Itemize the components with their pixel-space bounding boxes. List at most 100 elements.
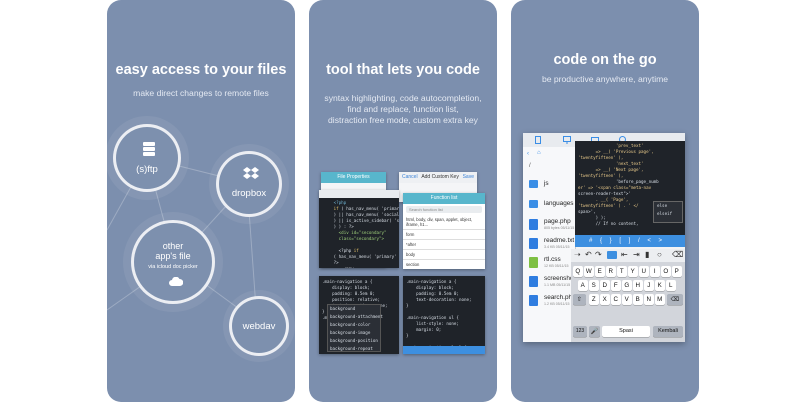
backspace-icon[interactable]: ⌫ xyxy=(667,294,683,305)
back-arrow-icon[interactable]: ‹ xyxy=(527,151,529,157)
suggestion-item[interactable]: background-attachment xyxy=(328,313,383,321)
key-f[interactable]: F xyxy=(611,280,621,291)
circle-icon[interactable]: ○ xyxy=(657,250,662,259)
key-o[interactable]: O xyxy=(661,266,671,277)
monitor-icon[interactable] xyxy=(563,136,571,144)
key-u[interactable]: U xyxy=(639,266,649,277)
panel3-subtitle: be productive anywhere, anytime xyxy=(541,74,669,84)
key-g[interactable]: G xyxy=(622,280,632,291)
suggestion-item[interactable]: background-color xyxy=(328,321,380,329)
key-x[interactable]: X xyxy=(600,294,610,305)
function-list-card: Function list Search function list html,… xyxy=(403,193,485,269)
file-properties-header: File Properties xyxy=(321,172,386,183)
webdav-label: webdav xyxy=(242,321,276,332)
numbers-key[interactable]: 123 xyxy=(573,326,587,337)
function-search-input[interactable]: Search function list xyxy=(406,206,482,213)
delete-icon[interactable]: ⌫ xyxy=(672,250,683,259)
return-key[interactable]: Kembali xyxy=(653,326,683,337)
other-label-line2: app's file xyxy=(155,251,191,261)
redo-icon[interactable]: ↷ xyxy=(595,250,602,259)
autocomplete-item[interactable]: elseif xyxy=(654,210,682,218)
key-m[interactable]: M xyxy=(655,294,665,305)
key-q[interactable]: Q xyxy=(573,266,583,277)
server-icon xyxy=(143,142,155,156)
key-t[interactable]: T xyxy=(617,266,627,277)
keyboard: ➝ ↶ ↷ ⇤ ⇥ ▮ ○ ⌫ QWERTYUIOP ASDFGHJKL ZXCVB… xyxy=(571,249,685,342)
file-name: js xyxy=(544,180,549,187)
suggestion-item[interactable]: background-image xyxy=(328,329,380,337)
file-meta: 1.2 KB 05/11/15 xyxy=(544,302,570,306)
fn-item[interactable]: form xyxy=(403,230,485,240)
dropbox-service[interactable]: dropbox xyxy=(216,151,282,217)
autocomplete-item[interactable]: else xyxy=(654,202,682,210)
mic-icon[interactable]: 🎤 xyxy=(589,326,600,337)
key-c[interactable]: C xyxy=(611,294,621,305)
undo-icon[interactable]: ↶ xyxy=(585,250,592,259)
select-icon[interactable] xyxy=(607,251,617,259)
key-b[interactable]: B xyxy=(633,294,643,305)
add-custom-key-title: Add Custom Key xyxy=(421,174,459,180)
key-n[interactable]: N xyxy=(644,294,654,305)
css-file-icon xyxy=(529,257,538,268)
move-right-icon[interactable]: ⇥ xyxy=(633,250,640,259)
keyboard-toolbar: ➝ ↶ ↷ ⇤ ⇥ ▮ ○ ⌫ xyxy=(571,249,685,262)
other-label-line1: other xyxy=(162,241,184,251)
key-l[interactable]: L xyxy=(666,280,676,291)
doc-icon[interactable] xyxy=(535,136,541,144)
other-apps-service[interactable]: other app's file via icloud doc picker xyxy=(131,220,215,304)
home-icon[interactable]: ⌂ xyxy=(537,150,541,156)
autocomplete-popup: else elseif xyxy=(653,201,683,223)
key-a[interactable]: A xyxy=(578,280,588,291)
fn-item[interactable]: body xyxy=(403,250,485,260)
php-file-icon xyxy=(529,295,538,306)
txt-file-icon xyxy=(529,238,538,249)
key-j[interactable]: J xyxy=(644,280,654,291)
key-w[interactable]: W xyxy=(584,266,594,277)
file-name: languages xyxy=(544,200,574,207)
key-k[interactable]: K xyxy=(655,280,665,291)
key-s[interactable]: S xyxy=(589,280,599,291)
file-browser: ‹ ⌂ / js languages page.php 805 bytes 05… xyxy=(523,147,588,342)
panel-file-access: easy access to your files make direct ch… xyxy=(107,0,295,402)
key-d[interactable]: D xyxy=(600,280,610,291)
fn-item[interactable]: *after xyxy=(403,240,485,250)
key-z[interactable]: Z xyxy=(589,294,599,305)
code-editor-back: <?php if ( has_nav_menu( 'primary' ) || … xyxy=(319,190,399,268)
panel2-title: tool that lets you code xyxy=(326,62,480,78)
extra-keys-row[interactable]: # { } [ ] / < > xyxy=(575,235,685,247)
key-e[interactable]: E xyxy=(595,266,605,277)
key-i[interactable]: I xyxy=(650,266,660,277)
css-suggestion-popup: background background-attachment backgro… xyxy=(327,304,383,353)
sftp-label: (s)ftp xyxy=(136,164,158,175)
suggestion-item[interactable]: background-position xyxy=(328,337,380,345)
shift-icon[interactable]: ⇧ xyxy=(573,294,586,305)
arrow-icon[interactable]: ➝ xyxy=(574,250,581,259)
file-meta: 805 bytes 05/11/15 xyxy=(544,226,575,230)
key-h[interactable]: H xyxy=(633,280,643,291)
space-key[interactable]: Spasi xyxy=(602,326,650,337)
key-y[interactable]: Y xyxy=(628,266,638,277)
breadcrumb[interactable]: / xyxy=(529,163,531,169)
fn-item[interactable]: html, body, div, span, applet, object, i… xyxy=(403,215,485,230)
sftp-service[interactable]: (s)ftp xyxy=(113,124,181,192)
file-name: readme.txt xyxy=(544,237,575,244)
webdav-service[interactable]: webdav xyxy=(229,296,289,356)
code-pane[interactable]: 'prev_text' => __( 'Previous page','twen… xyxy=(575,141,685,235)
save-link[interactable]: Save xyxy=(463,172,474,183)
suggestion-item[interactable]: background xyxy=(328,305,380,313)
fn-item[interactable]: section xyxy=(403,260,485,269)
cancel-link[interactable]: Cancel xyxy=(402,172,418,183)
suggestion-item[interactable]: background-repeat xyxy=(328,345,380,353)
extra-keys[interactable]: # { } [ ] / < > xyxy=(575,238,665,244)
file-meta: 3.4 KB 05/11/15 xyxy=(544,245,570,249)
cursor-icon[interactable]: ▮ xyxy=(645,250,649,259)
key-r[interactable]: R xyxy=(606,266,616,277)
dropbox-icon xyxy=(243,167,259,179)
move-left-icon[interactable]: ⇤ xyxy=(621,250,628,259)
extra-key-bar[interactable] xyxy=(403,346,485,354)
key-v[interactable]: V xyxy=(622,294,632,305)
file-name: page.php xyxy=(544,218,571,225)
panel2-subtitle-2: find and replace, function list, xyxy=(347,104,459,114)
folder-icon xyxy=(529,200,538,208)
key-p[interactable]: P xyxy=(672,266,682,277)
